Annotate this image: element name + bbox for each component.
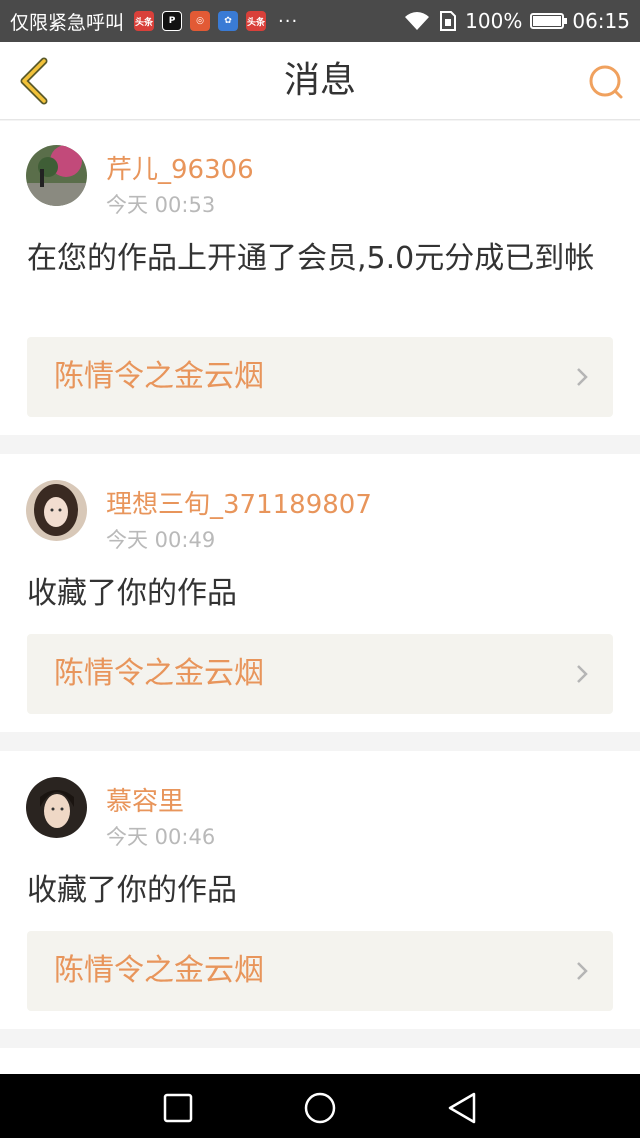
chevron-right-icon [577,962,588,980]
weibo-icon: ◎ [190,11,211,31]
work-title: 陈情令之金云烟 [54,359,264,394]
system-nav-bar [0,1074,640,1138]
circle-icon [304,1092,336,1124]
work-link[interactable]: 陈情令之金云烟 [27,337,613,417]
avatar[interactable] [26,777,87,838]
carrier-label: 仅限紧急呼叫 [10,11,125,34]
square-icon [163,1093,193,1123]
message-text: 收藏了你的作品 [27,873,237,908]
home-button[interactable] [300,1088,340,1128]
app-icon: P [162,11,183,31]
search-button[interactable] [586,62,626,102]
message-card [0,1048,640,1074]
message-text: 在您的作品上开通了会员,5.0元分成已到帐 [27,241,595,276]
work-title: 陈情令之金云烟 [54,953,264,988]
wifi-icon [405,12,430,30]
work-link[interactable]: 陈情令之金云烟 [27,634,613,714]
baidu-icon: ✿ [218,11,239,31]
status-bar: 仅限紧急呼叫 头条 P ◎ ✿ 头条 ··· 100% 06:15 [0,0,640,42]
sim-icon [440,11,457,31]
top-bar: 消息 [0,42,640,120]
username[interactable]: 芹儿_96306 [106,149,254,186]
message-time: 今天 00:53 [106,193,216,217]
triangle-back-icon [448,1092,476,1124]
work-link[interactable]: 陈情令之金云烟 [27,931,613,1011]
back-nav-button[interactable] [442,1088,482,1128]
message-card: 理想三旬_371189807 今天 00:49 收藏了你的作品 陈情令之金云烟 [0,454,640,732]
clock: 06:15 [572,9,630,33]
chevron-right-icon [577,368,588,386]
message-card: 芹儿_96306 今天 00:53 在您的作品上开通了会员,5.0元分成已到帐 … [0,121,640,435]
page-title: 消息 [283,60,356,101]
work-title: 陈情令之金云烟 [54,656,264,691]
message-time: 今天 00:49 [106,528,216,552]
avatar[interactable] [26,145,87,206]
more-notifications-icon: ··· [278,10,299,32]
toutiao-icon: 头条 [134,11,155,31]
username[interactable]: 慕容里 [106,781,184,818]
message-time: 今天 00:46 [106,825,216,849]
toutiao-icon: 头条 [246,11,267,31]
message-card: 慕容里 今天 00:46 收藏了你的作品 陈情令之金云烟 [0,751,640,1029]
chevron-right-icon [577,665,588,683]
battery-percent: 100% [465,9,523,33]
message-text: 收藏了你的作品 [27,576,237,611]
username[interactable]: 理想三旬_371189807 [106,484,372,521]
notification-icons: 头条 P ◎ ✿ 头条 ··· [134,11,298,32]
search-icon [589,65,623,99]
battery-icon [530,13,568,29]
avatar[interactable] [26,480,87,541]
recents-button[interactable] [158,1088,198,1128]
